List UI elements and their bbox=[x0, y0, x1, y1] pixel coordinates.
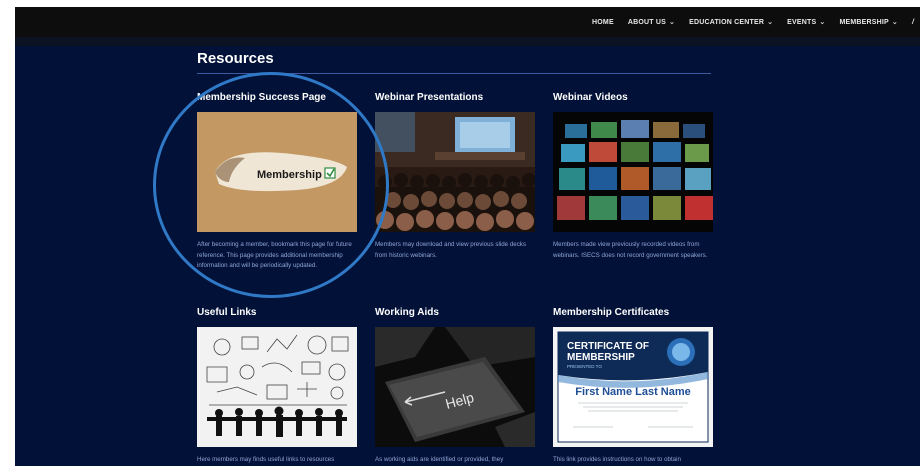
nav-item-membership[interactable]: MEMBERSHIP ⌄ bbox=[839, 18, 898, 27]
certificate-name: First Name Last Name bbox=[575, 386, 691, 398]
card-working-aids[interactable]: Working Aids Help As working aids are id… bbox=[375, 307, 535, 466]
membership-image-label: Membership bbox=[257, 169, 322, 181]
nav-item-events[interactable]: EVENTS ⌄ bbox=[787, 18, 826, 27]
section-title: Resources bbox=[197, 50, 274, 67]
card-description: Members made view previously recorded vi… bbox=[553, 241, 708, 259]
main-menu: HOME ABOUT US ⌄ EDUCATION CENTER ⌄ EVENT… bbox=[592, 7, 920, 37]
chevron-down-icon: ⌄ bbox=[819, 19, 826, 26]
section-divider bbox=[197, 73, 711, 74]
browser-viewport: HOME ABOUT US ⌄ EDUCATION CENTER ⌄ EVENT… bbox=[15, 7, 920, 466]
card-title[interactable]: Membership Success Page bbox=[197, 92, 357, 112]
card-membership-success[interactable]: Membership Success Page Membership After… bbox=[197, 92, 357, 272]
card-title[interactable]: Useful Links bbox=[197, 307, 357, 327]
card-description: Here members may finds useful links to r… bbox=[197, 456, 335, 463]
nav-item-label: EDUCATION CENTER bbox=[689, 18, 765, 26]
business-doodle-image[interactable] bbox=[197, 327, 357, 447]
chevron-down-icon: ⌄ bbox=[669, 19, 676, 26]
conference-audience-image[interactable] bbox=[375, 112, 535, 232]
nav-item-overflow[interactable]: / bbox=[912, 19, 920, 26]
card-webinar-videos[interactable]: Webinar Videos Members made view previou… bbox=[553, 92, 713, 261]
card-useful-links[interactable]: Useful Links Here members may finds usef… bbox=[197, 307, 357, 466]
nav-item-label: EVENTS bbox=[787, 18, 817, 26]
certificate-presented-to: PRESENTED TO bbox=[567, 364, 602, 369]
card-description: After becoming a member, bookmark this p… bbox=[197, 241, 352, 269]
nav-item-about-us[interactable]: ABOUT US ⌄ bbox=[627, 18, 676, 27]
card-description: As working aids are identified or provid… bbox=[375, 456, 504, 463]
chevron-down-icon: ⌄ bbox=[767, 19, 774, 26]
card-webinar-presentations[interactable]: Webinar Presentations Members may downlo… bbox=[375, 92, 535, 261]
card-title[interactable]: Webinar Presentations bbox=[375, 92, 535, 112]
nav-item-label: MEMBERSHIP bbox=[839, 18, 889, 26]
certificate-heading-line1: CERTIFICATE OF bbox=[567, 341, 649, 352]
membership-torn-paper-image[interactable]: Membership bbox=[197, 112, 357, 232]
nav-item-label: ABOUT US bbox=[627, 18, 666, 26]
top-navigation-bar: HOME ABOUT US ⌄ EDUCATION CENTER ⌄ EVENT… bbox=[15, 7, 920, 37]
chevron-down-icon: ⌄ bbox=[891, 19, 898, 26]
nav-item-home[interactable]: HOME bbox=[592, 19, 614, 26]
card-title[interactable]: Webinar Videos bbox=[553, 92, 713, 112]
video-wall-image[interactable] bbox=[553, 112, 713, 232]
nav-item-label: HOME bbox=[592, 18, 614, 26]
card-title[interactable]: Membership Certificates bbox=[553, 307, 713, 327]
certificate-heading-line2: MEMBERSHIP bbox=[567, 352, 635, 363]
nav-item-education-center[interactable]: EDUCATION CENTER ⌄ bbox=[689, 18, 774, 27]
card-description: This link provides instructions on how t… bbox=[553, 456, 681, 463]
card-description: Members may download and view previous s… bbox=[375, 241, 526, 259]
sub-header-strip bbox=[15, 37, 920, 46]
card-membership-certificates[interactable]: Membership Certificates CERTIFICATE OF M… bbox=[553, 307, 713, 466]
help-keyboard-image[interactable]: Help bbox=[375, 327, 535, 447]
certificate-image[interactable]: CERTIFICATE OF MEMBERSHIP PRESENTED TO F… bbox=[553, 327, 713, 447]
card-title[interactable]: Working Aids bbox=[375, 307, 535, 327]
